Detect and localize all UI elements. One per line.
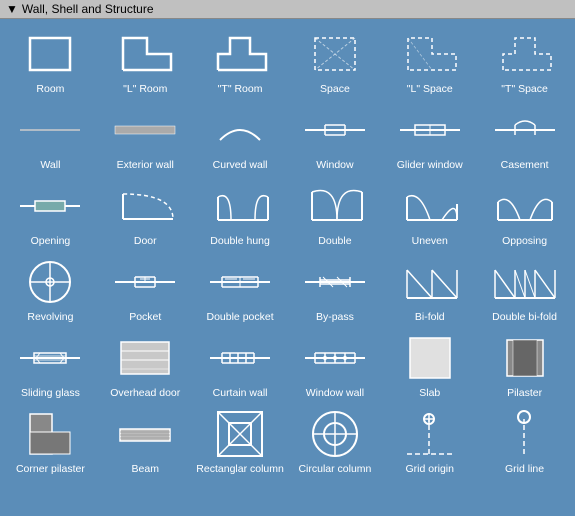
list-item[interactable]: Window xyxy=(289,101,382,175)
title-arrow: ▼ xyxy=(6,2,18,16)
item-label: Sliding glass xyxy=(21,387,80,401)
list-item[interactable]: "T" Room xyxy=(194,25,287,99)
item-label: Corner pilaster xyxy=(16,463,85,477)
item-label: "T" Room xyxy=(218,83,263,97)
list-item[interactable]: Double hung xyxy=(194,177,287,251)
item-label: Window xyxy=(316,159,353,173)
list-item[interactable]: Pocket xyxy=(99,253,192,327)
item-label: Revolving xyxy=(27,311,73,325)
item-label: Double bi-fold xyxy=(492,311,557,325)
item-label: Double pocket xyxy=(207,311,274,325)
list-item[interactable]: Overhead door xyxy=(99,329,192,403)
list-item[interactable]: Revolving xyxy=(4,253,97,327)
list-item[interactable]: Curved wall xyxy=(194,101,287,175)
item-label: Double hung xyxy=(210,235,270,249)
list-item[interactable]: Beam xyxy=(99,405,192,479)
list-item[interactable]: Door xyxy=(99,177,192,251)
item-label: Beam xyxy=(132,463,159,477)
list-item[interactable]: "L" Space xyxy=(383,25,476,99)
list-item[interactable]: Double xyxy=(289,177,382,251)
item-label: Curtain wall xyxy=(213,387,268,401)
item-label: Door xyxy=(134,235,157,249)
item-label: Glider window xyxy=(397,159,463,173)
item-label: Double xyxy=(318,235,351,249)
list-item[interactable]: Opening xyxy=(4,177,97,251)
item-label: Bi-fold xyxy=(415,311,445,325)
list-item[interactable]: "T" Space xyxy=(478,25,571,99)
item-label: Circular column xyxy=(298,463,371,477)
list-item[interactable]: Exterior wall xyxy=(99,101,192,175)
item-label: Opposing xyxy=(502,235,547,249)
list-item[interactable]: Circular column xyxy=(289,405,382,479)
item-label: By-pass xyxy=(316,311,354,325)
item-label: "L" Room xyxy=(123,83,167,97)
list-item[interactable]: Sliding glass xyxy=(4,329,97,403)
title-bar: ▼ Wall, Shell and Structure xyxy=(0,0,575,19)
list-item[interactable]: By-pass xyxy=(289,253,382,327)
list-item[interactable]: Double pocket xyxy=(194,253,287,327)
list-item[interactable]: Casement xyxy=(478,101,571,175)
list-item[interactable]: Room xyxy=(4,25,97,99)
item-label: Window wall xyxy=(306,387,364,401)
list-item[interactable]: Window wall xyxy=(289,329,382,403)
list-item[interactable]: Grid line xyxy=(478,405,571,479)
list-item[interactable]: Bi-fold xyxy=(383,253,476,327)
item-label: Wall xyxy=(40,159,60,173)
item-label: Rectanglar column xyxy=(196,463,284,477)
item-label: Overhead door xyxy=(110,387,180,401)
list-item[interactable]: Wall xyxy=(4,101,97,175)
list-item[interactable]: Curtain wall xyxy=(194,329,287,403)
item-label: Grid line xyxy=(505,463,544,477)
item-label: "L" Space xyxy=(407,83,453,97)
list-item[interactable]: Uneven xyxy=(383,177,476,251)
item-label: "T" Space xyxy=(501,83,548,97)
item-label: Uneven xyxy=(412,235,448,249)
title-text: Wall, Shell and Structure xyxy=(22,2,154,16)
list-item[interactable]: Glider window xyxy=(383,101,476,175)
list-item[interactable]: Grid origin xyxy=(383,405,476,479)
list-item[interactable]: Opposing xyxy=(478,177,571,251)
item-label: Room xyxy=(36,83,64,97)
list-item[interactable]: Pilaster xyxy=(478,329,571,403)
list-item[interactable]: Corner pilaster xyxy=(4,405,97,479)
item-label: Curved wall xyxy=(213,159,268,173)
list-item[interactable]: Space xyxy=(289,25,382,99)
list-item[interactable]: Double bi-fold xyxy=(478,253,571,327)
item-label: Pilaster xyxy=(507,387,542,401)
icon-grid: Room "L" Room "T" Room Space xyxy=(0,19,575,485)
list-item[interactable]: Rectanglar column xyxy=(194,405,287,479)
item-label: Space xyxy=(320,83,350,97)
list-item[interactable]: Slab xyxy=(383,329,476,403)
item-label: Slab xyxy=(419,387,440,401)
item-label: Exterior wall xyxy=(117,159,174,173)
item-label: Casement xyxy=(501,159,549,173)
item-label: Pocket xyxy=(129,311,161,325)
list-item[interactable]: "L" Room xyxy=(99,25,192,99)
item-label: Opening xyxy=(31,235,71,249)
item-label: Grid origin xyxy=(406,463,454,477)
